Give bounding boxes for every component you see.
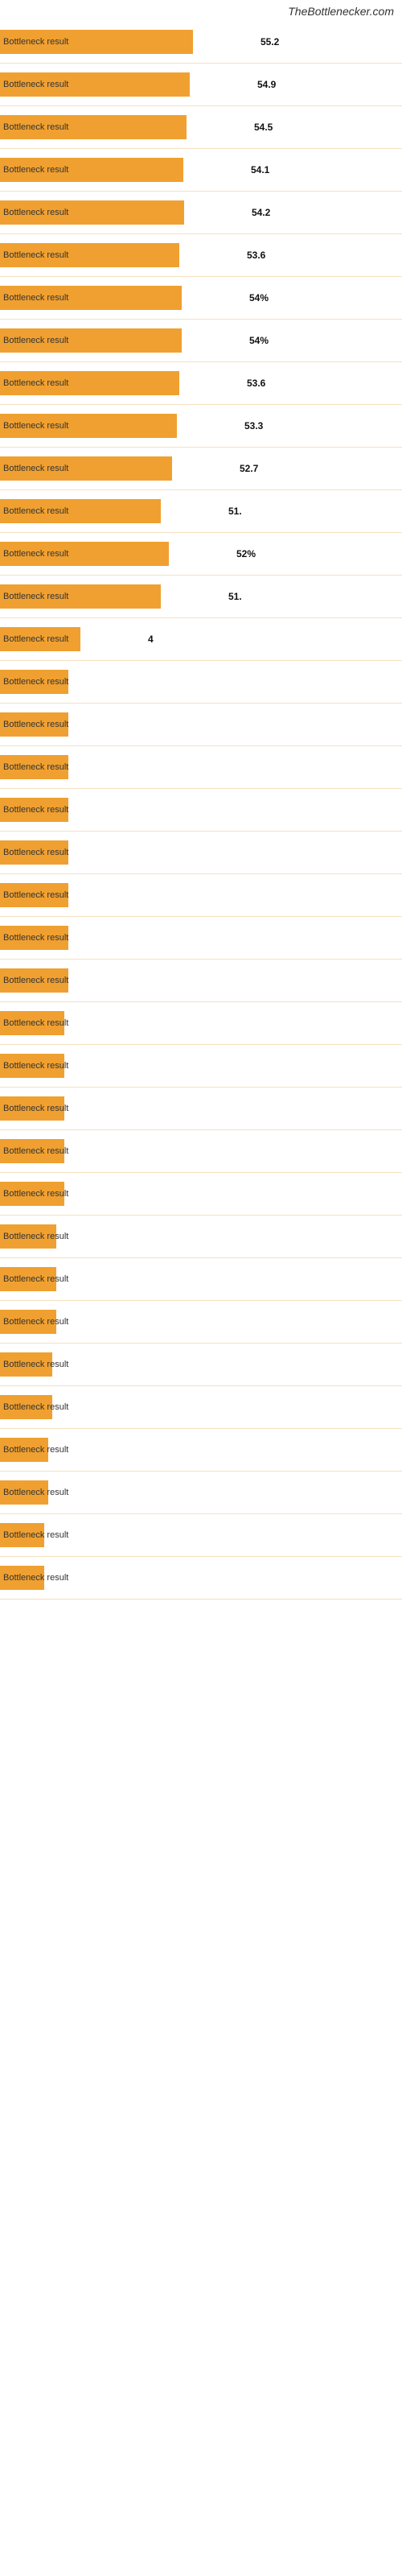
bar-fill: [0, 1523, 44, 1547]
bar-value: 53.6: [247, 378, 265, 389]
bar-row: Bottleneck result: [0, 746, 402, 789]
bar-row: Bottleneck result: [0, 1557, 402, 1600]
bar-fill: [0, 243, 179, 267]
bar-fill: [0, 584, 161, 609]
bar-fill: [0, 115, 187, 139]
bar-fill: [0, 1438, 48, 1462]
bar-row: Bottleneck result: [0, 789, 402, 832]
bar-row: Bottleneck result: [0, 661, 402, 704]
bar-value: 54.2: [252, 207, 270, 218]
bar-value: 4: [148, 634, 154, 645]
bar-row: Bottleneck result: [0, 704, 402, 746]
bar-row: Bottleneck result: [0, 1045, 402, 1088]
bar-value: 53.6: [247, 250, 265, 261]
bar-value: 51.: [228, 506, 242, 517]
bar-row: Bottleneck result52.7: [0, 448, 402, 490]
bar-row: Bottleneck result55.2: [0, 21, 402, 64]
bar-chart: Bottleneck result55.2Bottleneck result54…: [0, 21, 402, 1600]
bar-row: Bottleneck result53.6: [0, 362, 402, 405]
bar-fill: [0, 456, 172, 481]
bar-row: Bottleneck result52%: [0, 533, 402, 576]
bar-row: Bottleneck result: [0, 1002, 402, 1045]
bar-fill: [0, 286, 182, 310]
bar-row: Bottleneck result54.9: [0, 64, 402, 106]
bar-fill: [0, 755, 68, 779]
bar-row: Bottleneck result54.5: [0, 106, 402, 149]
bar-fill: [0, 414, 177, 438]
bar-row: Bottleneck result: [0, 1386, 402, 1429]
bar-row: Bottleneck result: [0, 1173, 402, 1216]
bar-row: Bottleneck result54.2: [0, 192, 402, 234]
bar-fill: [0, 1267, 56, 1291]
bar-row: Bottleneck result: [0, 1258, 402, 1301]
bar-fill: [0, 840, 68, 865]
bar-value: 54%: [249, 335, 269, 346]
bar-fill: [0, 627, 80, 651]
bar-fill: [0, 712, 68, 737]
bar-fill: [0, 1224, 56, 1249]
bar-fill: [0, 499, 161, 523]
bar-row: Bottleneck result: [0, 1130, 402, 1173]
bar-fill: [0, 30, 193, 54]
bar-row: Bottleneck result51.: [0, 490, 402, 533]
bar-row: Bottleneck result4: [0, 618, 402, 661]
bar-value: 54.5: [254, 122, 273, 133]
bar-fill: [0, 371, 179, 395]
header: TheBottlenecker.com: [0, 0, 402, 21]
bar-row: Bottleneck result: [0, 1088, 402, 1130]
bar-row: Bottleneck result: [0, 874, 402, 917]
bar-fill: [0, 1011, 64, 1035]
bar-value: 51.: [228, 591, 242, 602]
bar-value: 52%: [236, 548, 256, 559]
bar-fill: [0, 1182, 64, 1206]
bar-fill: [0, 968, 68, 993]
bar-fill: [0, 798, 68, 822]
bar-row: Bottleneck result: [0, 1301, 402, 1344]
bar-row: Bottleneck result: [0, 1344, 402, 1386]
site-title: TheBottlenecker.com: [0, 0, 402, 21]
bar-fill: [0, 200, 184, 225]
bar-row: Bottleneck result54%: [0, 320, 402, 362]
bar-row: Bottleneck result: [0, 960, 402, 1002]
bar-row: Bottleneck result53.3: [0, 405, 402, 448]
bar-value: 54.1: [251, 164, 269, 175]
bar-row: Bottleneck result54%: [0, 277, 402, 320]
bar-row: Bottleneck result: [0, 917, 402, 960]
bar-fill: [0, 158, 183, 182]
bar-fill: [0, 72, 190, 97]
bar-fill: [0, 1310, 56, 1334]
bar-fill: [0, 1352, 52, 1377]
bar-value: 52.7: [240, 463, 258, 474]
bar-value: 55.2: [260, 36, 279, 47]
bar-value: 54.9: [257, 79, 276, 90]
bar-row: Bottleneck result: [0, 1216, 402, 1258]
bar-row: Bottleneck result51.: [0, 576, 402, 618]
bar-row: Bottleneck result: [0, 832, 402, 874]
bar-fill: [0, 542, 169, 566]
bar-row: Bottleneck result54.1: [0, 149, 402, 192]
bar-fill: [0, 1096, 64, 1121]
bar-fill: [0, 926, 68, 950]
bar-fill: [0, 328, 182, 353]
bar-fill: [0, 1395, 52, 1419]
bar-fill: [0, 1480, 48, 1505]
bar-fill: [0, 1139, 64, 1163]
bar-fill: [0, 670, 68, 694]
bar-value: 53.3: [244, 420, 263, 431]
bar-row: Bottleneck result53.6: [0, 234, 402, 277]
bar-value: 54%: [249, 292, 269, 303]
bar-fill: [0, 883, 68, 907]
bar-row: Bottleneck result: [0, 1472, 402, 1514]
bar-fill: [0, 1054, 64, 1078]
bar-fill: [0, 1566, 44, 1590]
bar-row: Bottleneck result: [0, 1514, 402, 1557]
bar-row: Bottleneck result: [0, 1429, 402, 1472]
